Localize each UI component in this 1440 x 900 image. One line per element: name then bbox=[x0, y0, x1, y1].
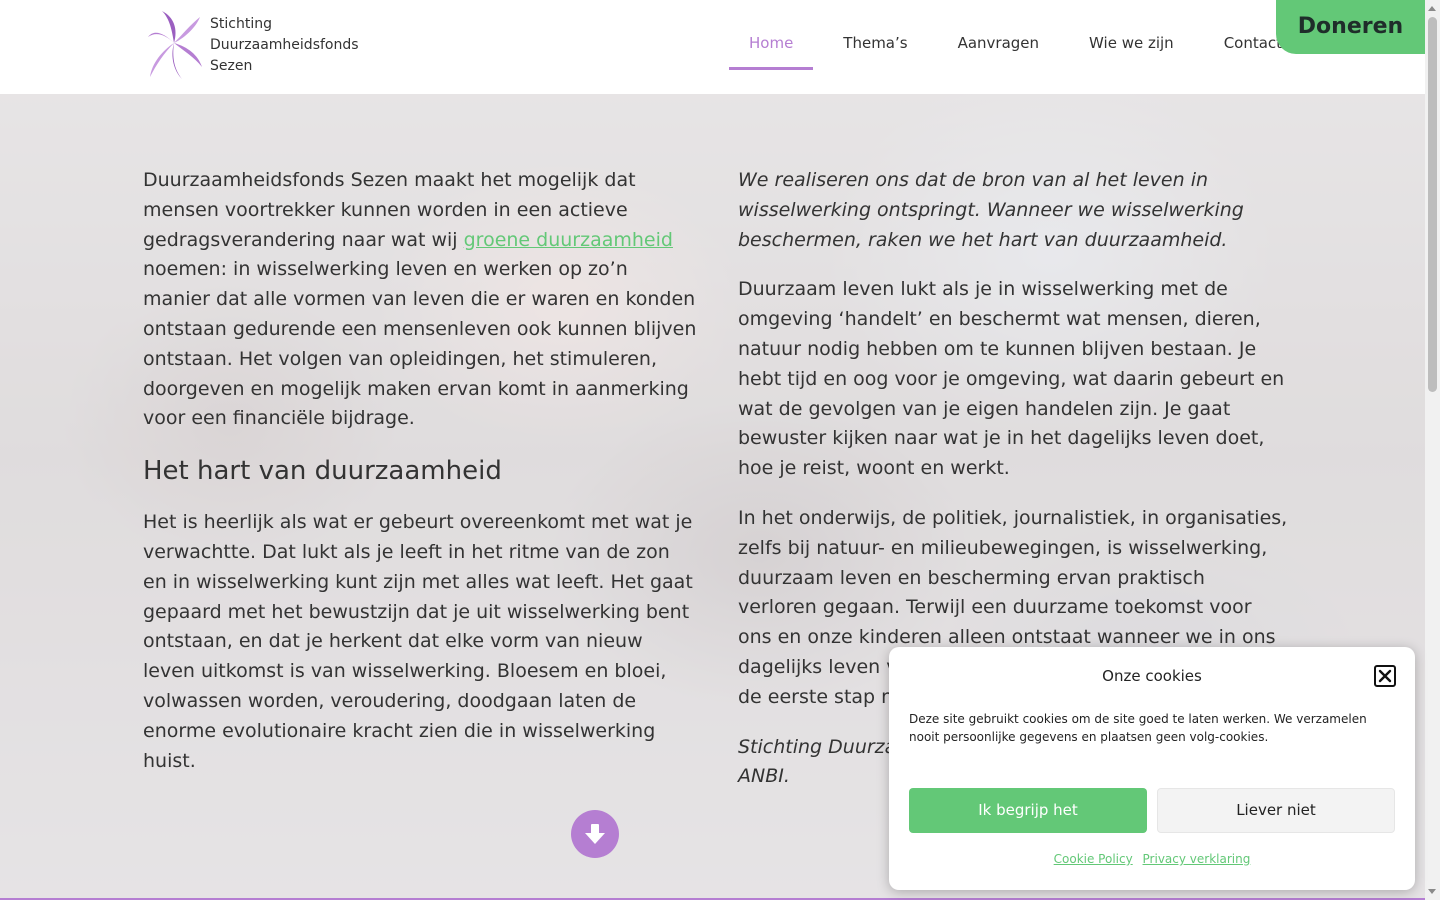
logo-text: Stichting Duurzaamheidsfonds Sezen bbox=[210, 14, 359, 77]
logo-line: Sezen bbox=[210, 57, 253, 74]
cookie-message: Deze site gebruikt cookies om de site go… bbox=[909, 712, 1367, 744]
cookie-consent-dialog: Onze cookies Deze site gebruikt cookies … bbox=[889, 647, 1415, 890]
nav-item-aanvragen[interactable]: Aanvragen bbox=[933, 0, 1064, 70]
cookie-policy-link[interactable]: Cookie Policy bbox=[1054, 852, 1133, 866]
nav-item-themas[interactable]: Thema’s bbox=[813, 0, 932, 70]
cookie-dialog-title: Onze cookies bbox=[1102, 667, 1202, 685]
intro-text-end: noemen: in wisselwerking leven en werken… bbox=[143, 258, 697, 430]
content-left-column: Duurzaamheidsfonds Sezen maakt het mogel… bbox=[143, 166, 698, 796]
site-header: Stichting Duurzaamheidsfonds Sezen Home … bbox=[0, 0, 1425, 94]
scroll-down-arrow-icon[interactable] bbox=[1428, 889, 1436, 894]
privacy-statement-link[interactable]: Privacy verklaring bbox=[1143, 852, 1251, 866]
scrollbar-thumb[interactable] bbox=[1428, 17, 1437, 392]
nav-item-home[interactable]: Home bbox=[729, 0, 814, 70]
deny-cookies-button[interactable]: Liever niet bbox=[1157, 788, 1395, 833]
cookie-links: Cookie Policy Privacy verklaring bbox=[889, 852, 1415, 866]
logo-line: Stichting bbox=[210, 15, 272, 32]
site-logo[interactable]: Stichting Duurzaamheidsfonds Sezen bbox=[144, 6, 374, 82]
intro-paragraph: Duurzaamheidsfonds Sezen maakt het mogel… bbox=[143, 166, 698, 434]
accept-cookies-button[interactable]: Ik begrijp het bbox=[909, 788, 1147, 833]
arrow-down-icon bbox=[585, 824, 605, 844]
close-icon bbox=[1378, 669, 1392, 683]
scroll-down-button[interactable] bbox=[571, 810, 619, 858]
close-button[interactable] bbox=[1374, 665, 1396, 687]
page-scrollbar[interactable] bbox=[1425, 0, 1440, 900]
donate-button[interactable]: Doneren bbox=[1276, 0, 1425, 54]
duurzaam-leven-paragraph: Duurzaam leven lukt als je in wisselwerk… bbox=[738, 278, 1285, 480]
logo-line: Duurzaamheidsfonds bbox=[210, 36, 359, 53]
main-nav: Home Thema’s Aanvragen Wie we zijn Conta… bbox=[729, 0, 1292, 70]
heart-paragraph: Het is heerlijk als wat er gebeurt overe… bbox=[143, 511, 693, 772]
groene-duurzaamheid-link[interactable]: groene duurzaamheid bbox=[464, 229, 673, 251]
logo-swirl-icon bbox=[148, 11, 202, 79]
nav-item-wie-we-zijn[interactable]: Wie we zijn bbox=[1064, 0, 1199, 70]
quote-paragraph: We realiseren ons dat de bron van al het… bbox=[738, 169, 1244, 251]
scroll-up-arrow-icon[interactable] bbox=[1428, 6, 1436, 11]
section-heading: Het hart van duurzaamheid bbox=[143, 456, 502, 487]
